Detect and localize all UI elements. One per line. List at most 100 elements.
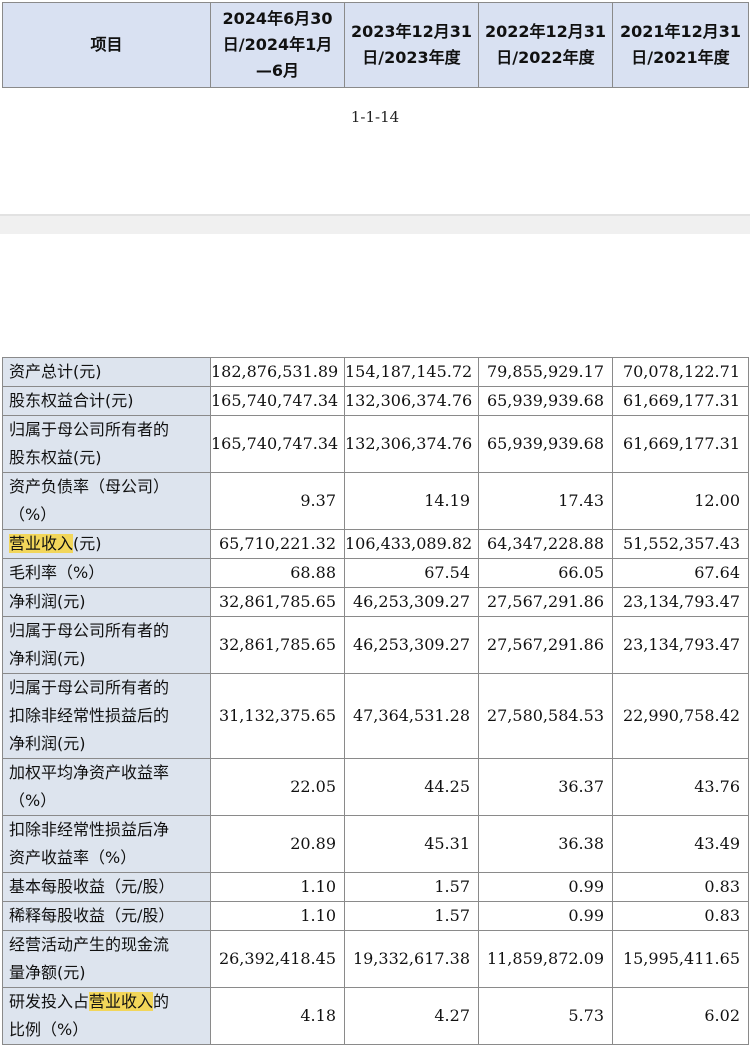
row-label-cell: 资产负债率（母公司） （%） — [2, 472, 211, 530]
value-cell: 36.38 — [478, 815, 613, 873]
table-row: 研发投入占营业收入的 比例（%） 4.18 4.27 5.73 6.02 — [2, 987, 749, 1045]
header-table: 项目 2024年6月30 日/2024年1月 —6月 2023年12月31 日/… — [2, 2, 749, 88]
header-line: 日/2023年度 — [362, 48, 461, 67]
value-cell: 19,332,617.38 — [344, 930, 479, 988]
value-cell: 4.27 — [344, 987, 479, 1045]
value-cell: 165,740,747.34 — [210, 415, 345, 473]
value-cell: 51,552,357.43 — [612, 529, 749, 559]
table-row: 资产负债率（母公司） （%） 9.37 14.19 17.43 12.00 — [2, 472, 749, 530]
table-row: 营业收入(元) 65,710,221.32 106,433,089.82 64,347… — [2, 529, 749, 559]
highlighted-term: 营业收入 — [89, 992, 154, 1011]
value-cell: 132,306,374.76 — [344, 415, 479, 473]
row-label-line: 股东权益合计(元) — [9, 391, 134, 410]
row-label-line: 营业收入(元) — [9, 534, 102, 553]
value-cell: 65,710,221.32 — [210, 529, 345, 559]
value-cell: 4.18 — [210, 987, 345, 1045]
value-cell: 154,187,145.72 — [344, 357, 479, 387]
row-label-cell: 净利润(元) — [2, 587, 211, 617]
value-cell: 12.00 — [612, 472, 749, 530]
header-item-cell: 项目 — [2, 2, 211, 88]
value-cell: 70,078,122.71 — [612, 357, 749, 387]
header-period-cell: 2024年6月30 日/2024年1月 —6月 — [210, 2, 345, 88]
row-label-line: 稀释每股收益（元/股） — [9, 906, 175, 925]
value-cell: 32,861,785.65 — [210, 616, 345, 674]
value-cell: 17.43 — [478, 472, 613, 530]
row-label-line: 基本每股收益（元/股） — [9, 877, 175, 896]
table-row: 加权平均净资产收益率 （%） 22.05 44.25 36.37 43.76 — [2, 758, 749, 816]
header-line: —6月 — [255, 61, 300, 80]
value-cell: 64,347,228.88 — [478, 529, 613, 559]
value-cell: 26,392,418.45 — [210, 930, 345, 988]
row-label-cell: 资产总计(元) — [2, 357, 211, 387]
row-label-cell: 营业收入(元) — [2, 529, 211, 559]
value-cell: 44.25 — [344, 758, 479, 816]
value-cell: 9.37 — [210, 472, 345, 530]
value-cell: 1.57 — [344, 901, 479, 931]
value-cell: 11,859,872.09 — [478, 930, 613, 988]
row-label-line: 资产总计(元) — [9, 362, 102, 381]
value-cell: 14.19 — [344, 472, 479, 530]
row-label-line: 经营活动产生的现金流 — [9, 935, 170, 954]
table-row: 归属于母公司所有者的 净利润(元) 32,861,785.65 46,253,309.… — [2, 616, 749, 674]
value-cell: 79,855,929.17 — [478, 357, 613, 387]
value-cell: 66.05 — [478, 558, 613, 588]
value-cell: 0.99 — [478, 901, 613, 931]
row-label-line: 股东权益(元) — [9, 448, 102, 467]
table-row: 净利润(元) 32,861,785.65 46,253,309.27 27,567,2… — [2, 587, 749, 617]
value-cell: 22,990,758.42 — [612, 673, 749, 759]
row-label-line: 资产负债率（母公司） — [9, 477, 170, 496]
table-row: 基本每股收益（元/股） 1.10 1.57 0.99 0.83 — [2, 872, 749, 902]
row-label-cell: 归属于母公司所有者的 扣除非经常性损益后的 净利润(元) — [2, 673, 211, 759]
value-cell: 67.64 — [612, 558, 749, 588]
value-cell: 165,740,747.34 — [210, 386, 345, 416]
value-cell: 61,669,177.31 — [612, 386, 749, 416]
header-line: 日/2021年度 — [631, 48, 730, 67]
value-cell: 47,364,531.28 — [344, 673, 479, 759]
value-cell: 43.49 — [612, 815, 749, 873]
table-body: 资产总计(元) 182,876,531.89 154,187,145.72 79,85… — [2, 357, 749, 1045]
value-cell: 6.02 — [612, 987, 749, 1045]
value-cell: 32,861,785.65 — [210, 587, 345, 617]
value-cell: 68.88 — [210, 558, 345, 588]
row-label-cell: 归属于母公司所有者的 净利润(元) — [2, 616, 211, 674]
value-cell: 65,939,939.68 — [478, 386, 613, 416]
value-cell: 15,995,411.65 — [612, 930, 749, 988]
header-line: 日/2024年1月 — [222, 35, 333, 54]
table-row: 归属于母公司所有者的 扣除非经常性损益后的 净利润(元) 31,132,375.65 4… — [2, 673, 749, 759]
value-cell: 23,134,793.47 — [612, 587, 749, 617]
row-label-cell: 归属于母公司所有者的 股东权益(元) — [2, 415, 211, 473]
row-label-cell: 加权平均净资产收益率 （%） — [2, 758, 211, 816]
header-line: 2023年12月31 — [350, 22, 473, 41]
row-label-line: 扣除非经常性损益后净 — [9, 820, 170, 839]
table-row: 扣除非经常性损益后净 资产收益率（%） 20.89 45.31 36.38 43.49 — [2, 815, 749, 873]
row-label-line: 扣除非经常性损益后的 — [9, 706, 170, 725]
value-cell: 182,876,531.89 — [210, 357, 345, 387]
header-line: 2021年12月31 — [619, 22, 742, 41]
value-cell: 23,134,793.47 — [612, 616, 749, 674]
value-cell: 67.54 — [344, 558, 479, 588]
row-label-line: 比例（%） — [9, 1020, 89, 1039]
value-cell: 1.10 — [210, 872, 345, 902]
page-break-divider — [0, 214, 750, 234]
header-period-cell: 2023年12月31 日/2023年度 — [344, 2, 479, 88]
page-number: 1-1-14 — [350, 108, 400, 126]
value-cell: 31,132,375.65 — [210, 673, 345, 759]
header-line: 2024年6月30 — [222, 9, 333, 28]
value-cell: 61,669,177.31 — [612, 415, 749, 473]
value-cell: 46,253,309.27 — [344, 587, 479, 617]
row-label-line: 归属于母公司所有者的 — [9, 420, 170, 439]
row-label-line: 净利润(元) — [9, 734, 86, 753]
value-cell: 36.37 — [478, 758, 613, 816]
row-label-line: （%） — [9, 791, 57, 810]
row-label-cell: 稀释每股收益（元/股） — [2, 901, 211, 931]
row-label-cell: 基本每股收益（元/股） — [2, 872, 211, 902]
header-line: 2022年12月31 — [484, 22, 607, 41]
value-cell: 27,567,291.86 — [478, 616, 613, 674]
row-label-line: 资产收益率（%） — [9, 848, 137, 867]
value-cell: 46,253,309.27 — [344, 616, 479, 674]
table-row: 归属于母公司所有者的 股东权益(元) 165,740,747.34 132,306,3… — [2, 415, 749, 473]
value-cell: 106,433,089.82 — [344, 529, 479, 559]
row-label-line: 加权平均净资产收益率 — [9, 763, 170, 782]
highlighted-term: 营业收入 — [9, 534, 74, 553]
header-line: 日/2022年度 — [496, 48, 595, 67]
